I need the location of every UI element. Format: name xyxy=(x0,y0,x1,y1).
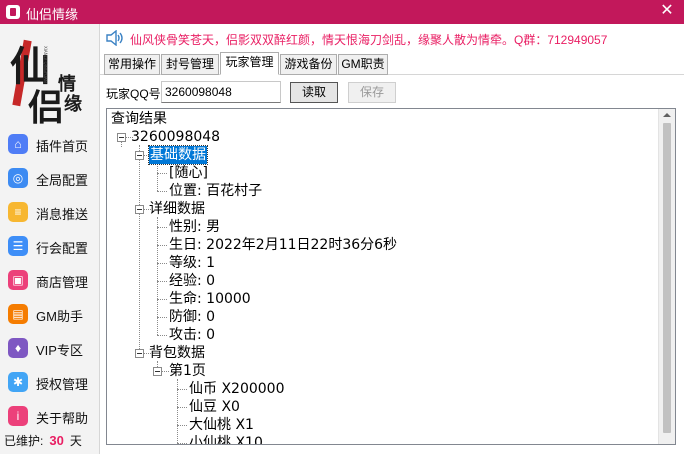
notice-text: 仙风侠骨笑苍天，侣影双双醉红颜，情天恨海刀剑乱，缘聚人散为情牵。Q群：71294… xyxy=(130,33,608,47)
tree-connector xyxy=(177,425,187,426)
tree-leaf[interactable]: 大仙桃 X1 xyxy=(189,416,254,434)
tree-connector xyxy=(157,245,167,246)
tree-scrollbar[interactable] xyxy=(658,109,675,444)
sidebar-item-2[interactable]: ◎ 全局配置 xyxy=(0,161,100,195)
tree-leaf[interactable]: 攻击: 0 xyxy=(169,326,215,344)
tab-player-management[interactable]: 玩家管理 xyxy=(220,52,279,75)
tree-connector xyxy=(139,145,140,355)
vip-icon: ♦ xyxy=(8,338,28,358)
close-button[interactable]: ✕ xyxy=(658,2,676,20)
logo-graphic: 仙 侣 情 缘 XIANLV QINGYUAN xyxy=(10,39,82,129)
tree-leaf[interactable]: 性别: 男 xyxy=(169,218,220,236)
globe-icon: ◎ xyxy=(8,168,28,188)
scrollbar-thumb[interactable] xyxy=(663,123,671,433)
gear-icon: ✱ xyxy=(8,372,28,392)
sidebar-item-8[interactable]: ✱ 授权管理 xyxy=(0,365,100,399)
sidebar-item-label: 全局配置 xyxy=(36,173,89,188)
tree-collapse-toggle[interactable] xyxy=(135,349,144,358)
svg-text:XIANLV QINGYUAN: XIANLV QINGYUAN xyxy=(43,46,48,83)
tree-leaf[interactable]: 小仙桃 X10 xyxy=(189,434,263,444)
sidebar-item-5[interactable]: ▣ 商店管理 xyxy=(0,263,100,297)
briefcase-icon: ▤ xyxy=(8,304,28,324)
maintained-days: 30 xyxy=(49,433,64,448)
sidebar-item-label: 插件首页 xyxy=(36,139,89,154)
tree-connector xyxy=(157,191,167,192)
result-tree[interactable]: 查询结果 3260098048 基础数据 [随心] 位置: 百花村子 详细数据 … xyxy=(106,108,676,445)
tab-common-ops[interactable]: 常用操作 xyxy=(104,54,160,75)
tree-collapse-toggle[interactable] xyxy=(135,205,144,214)
tree-connector xyxy=(157,317,167,318)
sidebar-item-label: GM助手 xyxy=(36,309,83,324)
tree-connector xyxy=(177,389,187,390)
shop-icon: ▣ xyxy=(8,270,28,290)
tree-leaf[interactable]: 经验: 0 xyxy=(169,272,215,290)
tree-connector xyxy=(157,263,167,264)
tree-leaf[interactable]: 位置: 百花村子 xyxy=(169,182,262,200)
scroll-up-arrow-icon[interactable] xyxy=(663,113,671,117)
qq-input[interactable] xyxy=(161,81,281,103)
tree-node-bag-data[interactable]: 背包数据 xyxy=(149,344,205,362)
layers-icon: ☰ xyxy=(8,236,28,256)
tree-leaf[interactable]: 等级: 1 xyxy=(169,254,215,272)
tree-node-bag-page[interactable]: 第1页 xyxy=(169,362,206,380)
notice-bar: 仙风侠骨笑苍天，侣影双双醉红颜，情天恨海刀剑乱，缘聚人散为情牵。Q群：71294… xyxy=(104,27,682,49)
tree-collapse-toggle[interactable] xyxy=(153,367,162,376)
sidebar-item-label: 授权管理 xyxy=(36,377,89,392)
read-button[interactable]: 读取 xyxy=(290,82,338,103)
maintenance-status: 已维护: 30 天 xyxy=(4,432,82,449)
tree-leaf[interactable]: 防御: 0 xyxy=(169,308,215,326)
save-button[interactable]: 保存 xyxy=(348,82,396,103)
svg-text:缘: 缘 xyxy=(64,94,82,115)
sidebar-item-6[interactable]: ▤ GM助手 xyxy=(0,297,100,331)
svg-text:情: 情 xyxy=(58,74,76,95)
tree-collapse-toggle[interactable] xyxy=(135,151,144,160)
tree-connector xyxy=(157,281,167,282)
tree-connector xyxy=(157,299,167,300)
logo: 仙 侣 情 缘 XIANLV QINGYUAN xyxy=(4,28,96,129)
tree-connector xyxy=(157,335,167,336)
tree-leaf[interactable]: [随心] xyxy=(169,164,208,182)
message-icon: ≡ xyxy=(8,202,28,222)
tab-gm-duties[interactable]: GM职责 xyxy=(338,54,388,75)
sidebar-item-9[interactable]: i 关于帮助 xyxy=(0,399,100,433)
tab-ban-management[interactable]: 封号管理 xyxy=(161,54,219,75)
sidebar-item-1[interactable]: ⌂ 插件首页 xyxy=(0,127,100,161)
home-icon: ⌂ xyxy=(8,134,28,154)
tree-connector xyxy=(177,443,187,444)
sidebar-item-label: VIP专区 xyxy=(36,343,83,358)
tab-game-backup[interactable]: 游戏备份 xyxy=(280,54,337,75)
sidebar-item-label: 行会配置 xyxy=(36,241,89,256)
sidebar-item-3[interactable]: ≡ 消息推送 xyxy=(0,195,100,229)
window-title: 仙侣情缘 xyxy=(26,7,79,22)
tree-collapse-toggle[interactable] xyxy=(117,133,126,142)
title-bar: 仙侣情缘 ✕ xyxy=(0,0,684,24)
tree-connector xyxy=(157,227,167,228)
qq-label: 玩家QQ号: xyxy=(106,87,165,101)
sidebar-item-label: 关于帮助 xyxy=(36,411,89,426)
sidebar-item-label: 消息推送 xyxy=(36,207,89,222)
tree-leaf[interactable]: 仙币 X200000 xyxy=(189,380,284,398)
tree-connector xyxy=(177,407,187,408)
app-icon xyxy=(6,5,20,19)
sidebar: 仙 侣 情 缘 XIANLV QINGYUAN ⌂ 插件首页 ◎ 全局配置 ≡ 消息推送 ☰… xyxy=(0,24,100,454)
tree-leaf[interactable]: 生命: 10000 xyxy=(169,290,251,308)
tree-leaf[interactable]: 生日: 2022年2月11日22时36分6秒 xyxy=(169,236,397,254)
tree-connector xyxy=(161,371,169,372)
speaker-icon xyxy=(106,30,123,46)
tree-node-qq[interactable]: 3260098048 xyxy=(131,128,220,146)
maintained-label: 已维护: xyxy=(4,434,44,448)
sidebar-item-7[interactable]: ♦ VIP专区 xyxy=(0,331,100,365)
maintained-unit: 天 xyxy=(69,434,82,448)
tree-node-detail-data[interactable]: 详细数据 xyxy=(149,200,205,218)
tree-leaf[interactable]: 仙豆 X0 xyxy=(189,398,240,416)
tree-root[interactable]: 查询结果 xyxy=(111,110,167,128)
sidebar-nav: ⌂ 插件首页 ◎ 全局配置 ≡ 消息推送 ☰ 行会配置 ▣ 商店管理 ▤ GM助手 ♦ VIP专区 ✱ 授权管… xyxy=(0,127,100,433)
sidebar-item-4[interactable]: ☰ 行会配置 xyxy=(0,229,100,263)
sidebar-item-label: 商店管理 xyxy=(36,275,89,290)
tree-connector xyxy=(157,163,158,191)
info-icon: i xyxy=(8,406,28,426)
tree-node-basic-data[interactable]: 基础数据 xyxy=(148,145,208,165)
tree-connector xyxy=(157,173,167,174)
